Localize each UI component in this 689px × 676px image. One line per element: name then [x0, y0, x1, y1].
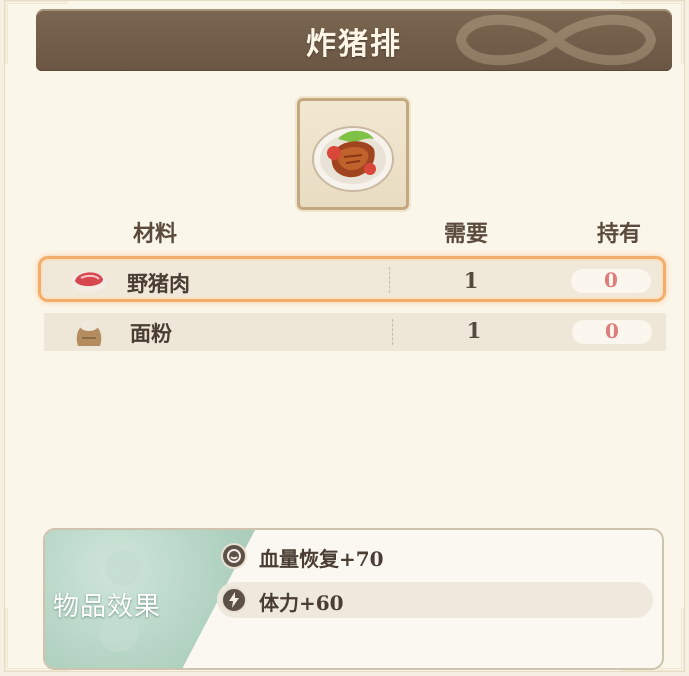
dish-preview[interactable]	[297, 98, 409, 210]
boar-meat-icon	[71, 272, 107, 292]
effect-item: 血量恢复+70	[217, 538, 653, 574]
material-need-count: 1	[463, 268, 479, 293]
material-owned-count: 0	[604, 268, 618, 292]
owned-badge: 0	[572, 319, 652, 344]
material-name: 野猪肉	[127, 271, 190, 296]
decorative-leaf	[105, 550, 141, 586]
effect-text: 体力+60	[259, 591, 344, 615]
column-header-owned: 持有	[597, 221, 642, 247]
column-header-need: 需要	[444, 221, 489, 247]
fried-pork-cutlet-icon	[312, 126, 394, 192]
flour-sack-icon	[76, 321, 102, 346]
effects-title: 物品效果	[53, 592, 162, 622]
material-need-count: 1	[466, 318, 482, 343]
divider	[389, 267, 390, 293]
material-row-flour[interactable]: 面粉 1 0	[44, 313, 666, 351]
recipe-title: 炸猪排	[306, 27, 402, 62]
title-bar: 炸猪排	[36, 9, 672, 71]
divider	[392, 319, 393, 345]
effect-text: 血量恢复+70	[259, 547, 384, 571]
hp-restore-icon	[221, 543, 247, 569]
effect-item: 体力+60	[217, 582, 653, 618]
material-name: 面粉	[130, 321, 172, 346]
material-owned-count: 0	[605, 319, 619, 343]
stamina-icon	[221, 587, 247, 613]
owned-badge: 0	[571, 268, 651, 293]
column-header-materials: 材料	[133, 221, 178, 247]
item-effects-panel: 物品效果 血量恢复+70 体力+60	[43, 528, 664, 670]
material-row-boar-meat[interactable]: 野猪肉 1 0	[38, 256, 666, 302]
